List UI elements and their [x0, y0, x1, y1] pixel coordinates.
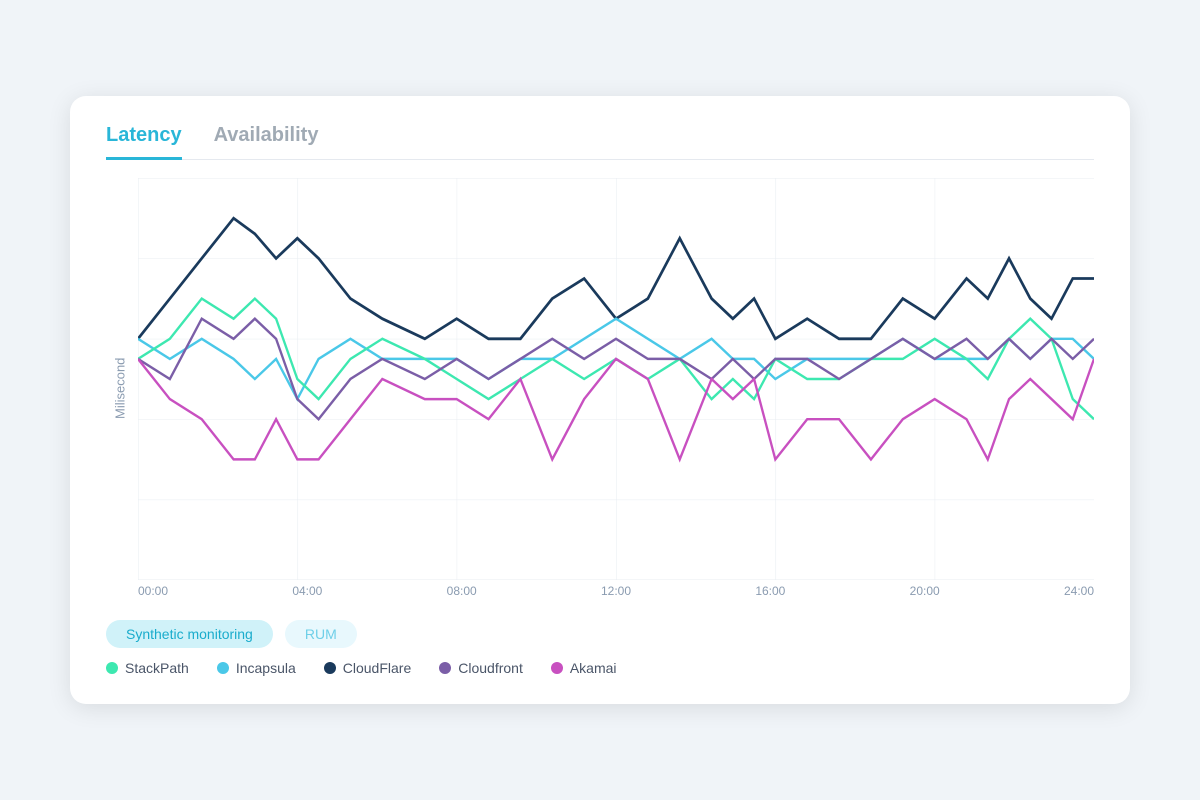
tab-availability[interactable]: Availability [214, 124, 319, 160]
legend: StackPath Incapsula CloudFlare Cloudfron… [106, 660, 1094, 676]
incapsula-label: Incapsula [236, 660, 296, 676]
chart-svg-wrap: 1K 750 500 250 0 [138, 178, 1094, 580]
x-tick-4: 16:00 [755, 584, 785, 598]
x-tick-1: 04:00 [292, 584, 322, 598]
main-card: Latency Availability Milisecond [70, 96, 1130, 704]
cloudfront-label: Cloudfront [458, 660, 523, 676]
y-axis-label: Milisecond [106, 178, 134, 598]
akamai-label: Akamai [570, 660, 617, 676]
cloudflare-dot [324, 662, 336, 674]
chart-inner: 1K 750 500 250 0 [138, 178, 1094, 598]
legend-item-incapsula: Incapsula [217, 660, 296, 676]
legend-item-cloudflare: CloudFlare [324, 660, 411, 676]
chart-svg: 1K 750 500 250 0 [138, 178, 1094, 580]
bottom-section: Synthetic monitoring RUM StackPath Incap… [106, 620, 1094, 676]
x-tick-3: 12:00 [601, 584, 631, 598]
cloudfront-dot [439, 662, 451, 674]
tab-latency[interactable]: Latency [106, 124, 182, 160]
legend-item-akamai: Akamai [551, 660, 617, 676]
stackpath-dot [106, 662, 118, 674]
tab-bar: Latency Availability [106, 124, 1094, 160]
cloudflare-label: CloudFlare [343, 660, 411, 676]
x-tick-6: 24:00 [1064, 584, 1094, 598]
filter-buttons: Synthetic monitoring RUM [106, 620, 1094, 648]
x-tick-0: 00:00 [138, 584, 168, 598]
stackpath-label: StackPath [125, 660, 189, 676]
legend-item-cloudfront: Cloudfront [439, 660, 523, 676]
x-axis: 00:00 04:00 08:00 12:00 16:00 20:00 24:0… [138, 580, 1094, 598]
x-tick-2: 08:00 [447, 584, 477, 598]
filter-rum[interactable]: RUM [285, 620, 357, 648]
incapsula-dot [217, 662, 229, 674]
x-tick-5: 20:00 [910, 584, 940, 598]
chart-area: Milisecond 1K 750 500 [106, 178, 1094, 598]
legend-item-stackpath: StackPath [106, 660, 189, 676]
filter-synthetic[interactable]: Synthetic monitoring [106, 620, 273, 648]
akamai-dot [551, 662, 563, 674]
